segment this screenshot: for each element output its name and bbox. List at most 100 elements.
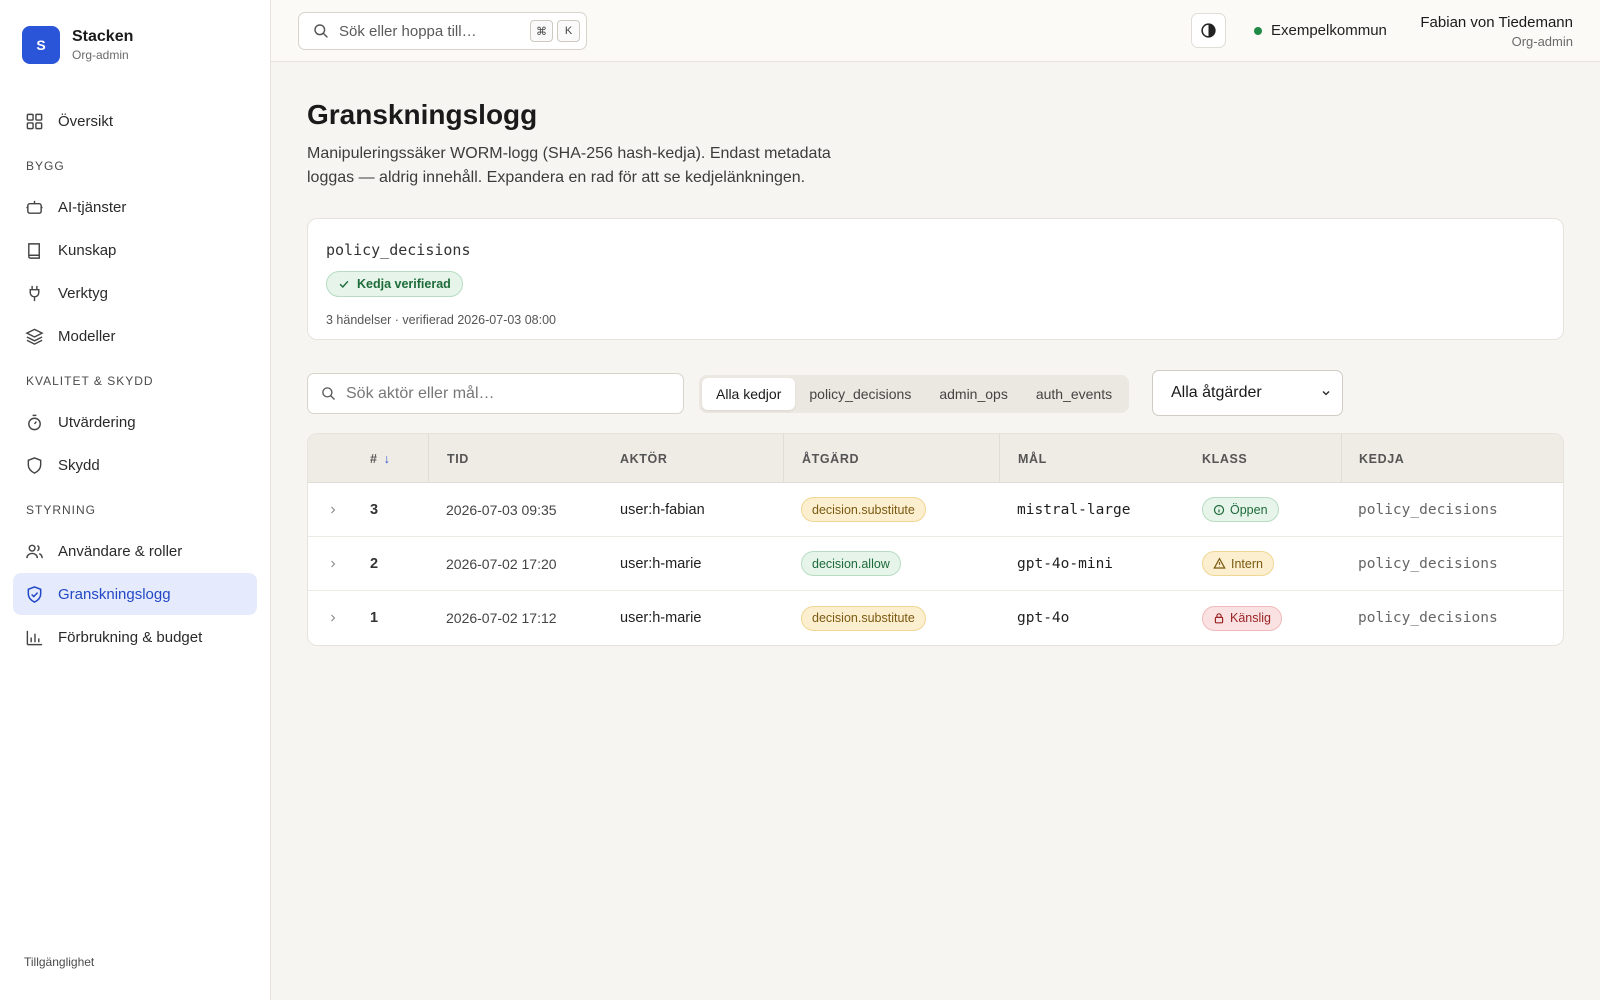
org-name: Exempelkommun [1271, 22, 1387, 39]
action-filter-value: Alla åtgärder [1171, 384, 1262, 401]
global-search-input[interactable]: Sök eller hoppa till… ⌘ K [298, 12, 587, 50]
search-icon [322, 387, 335, 400]
row-class: Intern [1188, 537, 1341, 590]
kbd-cmd: ⌘ [530, 20, 553, 42]
sidebar: S Stacken Org-admin Översikt BYGG AI-tjä… [0, 0, 271, 1000]
check-icon [339, 280, 349, 289]
table-row[interactable]: 2 2026-07-02 17:20 user:h-marie decision… [308, 537, 1563, 591]
header-expand [308, 434, 358, 483]
user-name: Fabian von Tiedemann [1420, 14, 1573, 31]
row-chain: policy_decisions [1358, 501, 1498, 518]
class-badge: Öppen [1202, 497, 1279, 522]
tab-auth-events[interactable]: auth_events [1022, 378, 1126, 410]
header-actor[interactable]: AKTÖR [620, 434, 783, 483]
chain-filter-tabs: Alla kedjor policy_decisions admin_ops a… [699, 375, 1130, 413]
sidebar-item-utvardering[interactable]: Utvärdering [13, 401, 257, 443]
sidebar-item-label: AI-tjänster [58, 198, 127, 216]
action-badge: decision.allow [801, 551, 901, 576]
table-row[interactable]: 1 2026-07-02 17:12 user:h-marie decision… [308, 591, 1563, 645]
row-time: 2026-07-02 17:20 [446, 555, 557, 572]
sidebar-item-ai-tjanster[interactable]: AI-tjänster [13, 186, 257, 228]
sidebar-item-anvandare[interactable]: Användare & roller [13, 530, 257, 572]
action-badge: decision.substitute [801, 605, 926, 631]
sidebar-item-label: Förbrukning & budget [58, 628, 203, 646]
sidebar-item-verktyg[interactable]: Verktyg [13, 272, 257, 314]
header-label: # [370, 451, 378, 466]
users-icon [26, 544, 43, 558]
expand-row-button[interactable] [308, 483, 358, 536]
row-time: 2026-07-02 17:12 [446, 610, 557, 626]
class-label: Känslig [1230, 611, 1271, 625]
chain-status-card: policy_decisions Kedja verifierad 3 händ… [307, 218, 1564, 340]
row-number: 1 [370, 610, 379, 626]
chevron-right-icon [331, 506, 336, 513]
timer-icon [28, 414, 41, 430]
global-search-placeholder: Sök eller hoppa till… [339, 22, 477, 40]
search-icon [314, 24, 328, 38]
brand-subtitle: Org-admin [72, 48, 129, 62]
sidebar-item-modeller[interactable]: Modeller [13, 315, 257, 357]
sidebar-item-kunskap[interactable]: Kunskap [13, 229, 257, 271]
header-target[interactable]: MÅL [999, 434, 1188, 483]
chevron-right-icon [331, 560, 336, 567]
theme-toggle-button[interactable] [1191, 13, 1226, 48]
chain-verified-badge: Kedja verifierad [326, 271, 463, 297]
row-actor: user:h-marie [620, 610, 702, 626]
brand-name: Stacken [72, 28, 134, 45]
lock-icon [1214, 613, 1224, 624]
actor-target-search-placeholder: Sök aktör eller mål… [346, 384, 495, 402]
sidebar-section-title: BYGG [26, 159, 65, 173]
expand-row-button[interactable] [308, 591, 358, 645]
audit-log-table: # ↓ TID AKTÖR ÅTGÄRD MÅL KLASS KEDJA 3 2… [307, 433, 1564, 646]
class-badge: Intern [1202, 551, 1274, 576]
user-role: Org-admin [1511, 34, 1573, 49]
expand-row-button[interactable] [308, 537, 358, 590]
tab-alla-kedjor[interactable]: Alla kedjor [702, 378, 796, 410]
actor-target-search-input[interactable]: Sök aktör eller mål… [307, 373, 684, 414]
row-class: Känslig [1188, 591, 1341, 645]
sidebar-item-oversikt[interactable]: Översikt [13, 100, 257, 142]
org-switcher[interactable]: Exempelkommun [1254, 22, 1387, 39]
tab-policy-decisions[interactable]: policy_decisions [795, 378, 925, 410]
book-icon [28, 242, 40, 259]
class-badge: Känslig [1202, 605, 1282, 631]
tab-admin-ops[interactable]: admin_ops [925, 378, 1022, 410]
row-action: decision.substitute [783, 483, 999, 536]
header-number[interactable]: # ↓ [358, 434, 428, 483]
class-label: Intern [1231, 556, 1263, 571]
sidebar-item-label: Översikt [58, 112, 114, 130]
row-target: gpt-4o-mini [1017, 555, 1114, 572]
user-menu[interactable]: Fabian von Tiedemann Org-admin [1420, 14, 1573, 49]
bot-icon [26, 200, 43, 214]
table-row[interactable]: 3 2026-07-03 09:35 user:h-fabian decisio… [308, 483, 1563, 537]
header-time[interactable]: TID [428, 434, 620, 483]
header-chain[interactable]: KEDJA [1341, 434, 1563, 483]
kbd-k: K [557, 20, 580, 42]
action-badge: decision.substitute [801, 497, 926, 522]
plug-icon [29, 285, 40, 301]
brand[interactable]: S Stacken Org-admin [22, 26, 133, 64]
chevron-down-icon [1322, 391, 1330, 396]
row-number: 3 [370, 501, 379, 518]
sidebar-item-granskningslogg[interactable]: Granskningslogg [13, 573, 257, 615]
topbar: Sök eller hoppa till… ⌘ K Exempelkommun … [271, 0, 1600, 62]
org-status-dot [1254, 26, 1262, 35]
row-action: decision.substitute [783, 591, 999, 645]
row-actor: user:h-fabian [620, 501, 705, 518]
sidebar-item-label: Användare & roller [58, 542, 183, 560]
sidebar-item-label: Granskningslogg [58, 585, 171, 603]
grid-icon [26, 113, 43, 129]
header-class[interactable]: KLASS [1188, 434, 1341, 483]
sidebar-section-title: KVALITET & SKYDD [26, 374, 154, 388]
row-actor: user:h-marie [620, 555, 702, 572]
action-filter-select[interactable]: Alla åtgärder [1152, 370, 1343, 416]
table-header: # ↓ TID AKTÖR ÅTGÄRD MÅL KLASS KEDJA [308, 434, 1563, 483]
accessibility-link[interactable]: Tillgänglighet [24, 955, 94, 969]
sidebar-item-forbrukning[interactable]: Förbrukning & budget [13, 616, 257, 658]
header-action[interactable]: ÅTGÄRD [783, 434, 999, 483]
page-description: Manipuleringssäker WORM-logg (SHA-256 ha… [307, 145, 831, 186]
sidebar-item-label: Modeller [58, 327, 116, 345]
bar-chart-icon [26, 630, 43, 645]
sidebar-item-skydd[interactable]: Skydd [13, 444, 257, 486]
row-time: 2026-07-03 09:35 [446, 501, 557, 518]
